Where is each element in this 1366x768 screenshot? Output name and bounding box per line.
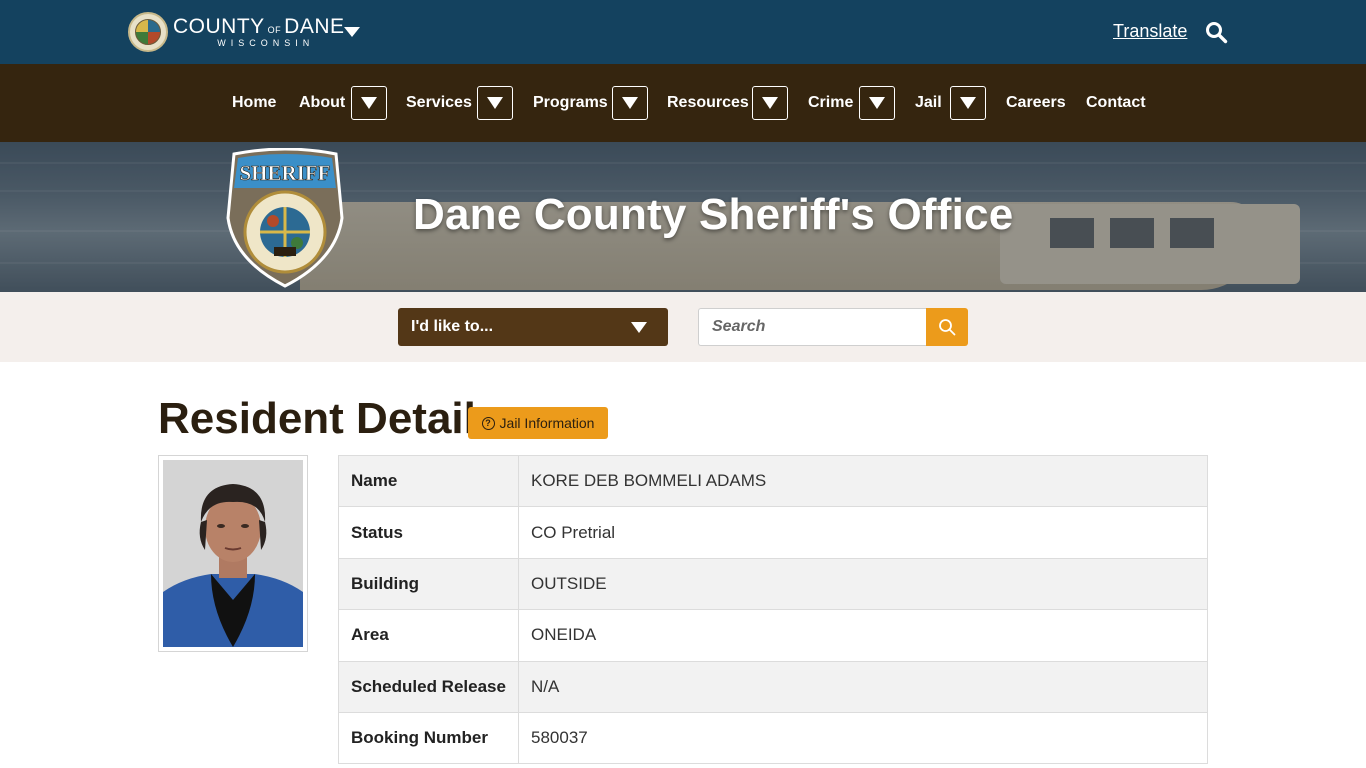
site-search-button[interactable] [926,308,968,346]
top-bar: COUNTY OF DANE WISCONSIN Translate [0,0,1366,64]
jail-information-button[interactable]: ? Jail Information [468,407,608,439]
help-circle-icon: ? [481,416,495,430]
main-nav: Home About Services Programs Resources C… [0,64,1366,142]
nav-dropdown-crime-button[interactable] [859,86,895,120]
i-would-like-to-select[interactable]: I'd like to... [398,308,668,346]
logo-wisconsin: WISCONSIN [217,38,315,48]
nav-item-services[interactable]: Services [406,64,472,142]
detail-value-building: OUTSIDE [518,557,1208,611]
detail-label-name: Name [338,454,519,508]
detail-value-status: CO Pretrial [518,506,1208,559]
nav-item-contact[interactable]: Contact [1086,64,1146,142]
logo-text: COUNTY OF DANE WISCONSIN [173,16,345,48]
nav-item-programs[interactable]: Programs [533,64,608,142]
nav-dropdown-programs-button[interactable] [612,86,648,120]
sheriff-badge-icon: SHERIFF [226,148,344,288]
jail-information-label: Jail Information [499,415,595,431]
nav-item-careers[interactable]: Careers [1006,64,1066,142]
resident-photo-frame [158,455,308,652]
svg-text:SHERIFF: SHERIFF [239,161,330,185]
table-row: Status CO Pretrial [338,506,1208,559]
nav-dropdown-about-button[interactable] [351,86,387,120]
nav-dropdown-resources-button[interactable] [752,86,788,120]
nav-item-resources[interactable]: Resources [667,64,749,142]
county-logo[interactable]: COUNTY OF DANE WISCONSIN [128,12,345,52]
table-row: Booking Number 580037 [338,711,1208,765]
nav-item-about[interactable]: About [299,64,345,142]
detail-label-booking-number: Booking Number [338,711,519,765]
county-seal-icon [128,12,168,52]
nav-dropdown-services-button[interactable] [477,86,513,120]
table-row: Name KORE DEB BOMMELI ADAMS [338,454,1208,508]
detail-value-scheduled-release: N/A [518,660,1208,713]
resident-photo [163,460,303,647]
table-row: Building OUTSIDE [338,557,1208,611]
logo-of: OF [267,25,282,35]
chevron-down-icon[interactable] [344,27,360,37]
search-icon [939,319,956,336]
hero-title: Dane County Sheriff's Office [413,190,1014,239]
resident-detail-table: Name KORE DEB BOMMELI ADAMS Status CO Pr… [338,454,1208,765]
page-title: Resident Detail [158,394,476,443]
search-band [0,292,1366,362]
detail-value-name: KORE DEB BOMMELI ADAMS [518,454,1208,508]
site-search-input[interactable] [698,308,926,346]
detail-value-area: ONEIDA [518,609,1208,662]
table-row: Area ONEIDA [338,609,1208,662]
nav-item-crime[interactable]: Crime [808,64,853,142]
table-row: Scheduled Release N/A [338,660,1208,713]
detail-label-area: Area [338,609,519,662]
detail-label-status: Status [338,506,519,559]
detail-label-building: Building [338,557,519,611]
i-would-like-to-label: I'd like to... [411,318,494,335]
detail-value-booking-number: 580037 [518,711,1208,765]
nav-dropdown-jail-button[interactable] [950,86,986,120]
nav-item-home[interactable]: Home [232,64,276,142]
detail-label-scheduled-release: Scheduled Release [338,660,519,713]
search-icon[interactable] [1204,20,1228,44]
translate-link[interactable]: Translate [1113,21,1187,42]
nav-item-jail[interactable]: Jail [915,64,942,142]
logo-dane: DANE [284,15,345,38]
chevron-down-icon [631,322,647,333]
logo-county: COUNTY [173,15,265,38]
